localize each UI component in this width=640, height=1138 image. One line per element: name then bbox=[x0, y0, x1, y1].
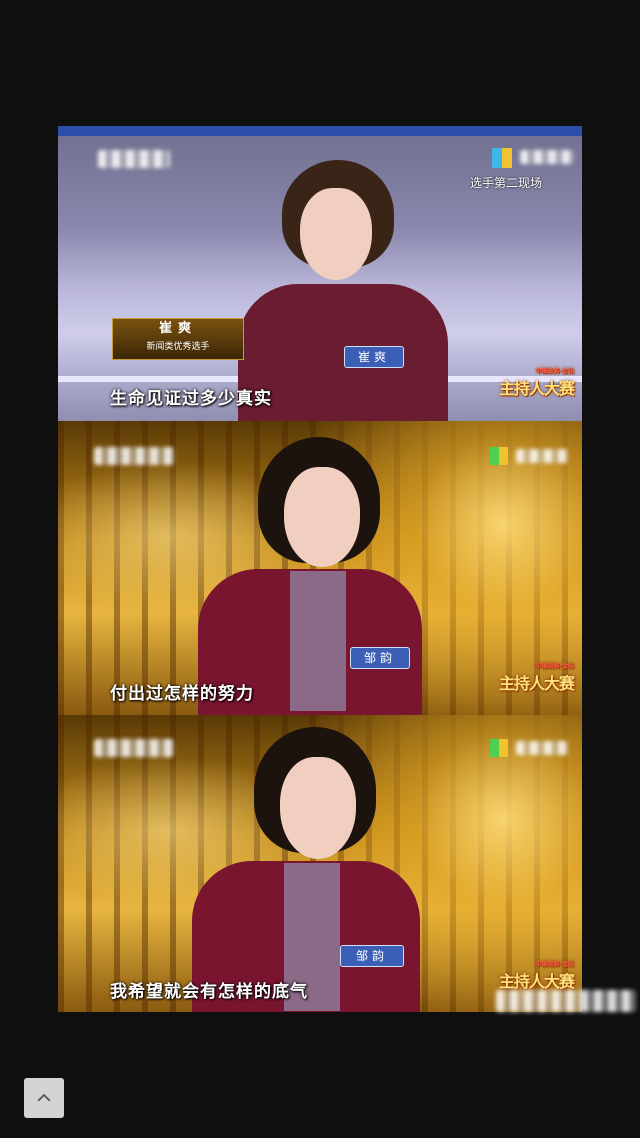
channel-logo-icon bbox=[490, 447, 508, 465]
watermark-blur bbox=[520, 150, 574, 164]
watermark-blur bbox=[496, 990, 636, 1012]
scroll-to-top-button[interactable] bbox=[24, 1078, 64, 1118]
watermark-blur bbox=[94, 739, 174, 757]
show-logo: 中国政务·金标 主持人大赛 bbox=[498, 661, 575, 694]
show-logo: 中国政务·金标 主持人大赛 bbox=[498, 366, 575, 399]
watermark-blur bbox=[94, 447, 174, 465]
stage-blue-bar bbox=[58, 126, 582, 136]
show-logo-text: 主持人大赛 bbox=[498, 379, 575, 398]
corner-label: 选手第二现场 bbox=[470, 176, 543, 190]
show-logo-text: 主持人大赛 bbox=[498, 674, 575, 693]
subtitle: 付出过怎样的努力 bbox=[110, 684, 254, 704]
show-logo-tag: 中国政务·金标 bbox=[535, 961, 574, 968]
video-frame-3: 邹韵 我希望就会有怎样的底气 中国政务·金标 主持人大赛 bbox=[58, 715, 582, 1012]
channel-logo-icon bbox=[490, 739, 508, 757]
show-logo-tag: 中国政务·金标 bbox=[535, 663, 574, 670]
show-logo-tag: 中国政务·金标 bbox=[535, 368, 574, 375]
video-frame-2: 邹韵 付出过怎样的努力 中国政务·金标 主持人大赛 bbox=[58, 421, 582, 715]
name-tag: 崔爽 bbox=[344, 346, 404, 368]
subtitle: 生命见证过多少真实 bbox=[110, 389, 272, 409]
watermark-blur bbox=[516, 741, 568, 755]
caption-name: 崔爽 bbox=[158, 321, 197, 336]
video-frame-1: 选手第二现场 崔爽 崔爽 新闻类优秀选手 生命见证过多少真实 中国政务·金标 主… bbox=[58, 126, 582, 421]
name-caption: 崔爽 新闻类优秀选手 bbox=[112, 318, 244, 360]
name-tag: 邹韵 bbox=[350, 647, 410, 669]
caption-role: 新闻类优秀选手 bbox=[146, 342, 210, 352]
name-tag: 邹韵 bbox=[340, 945, 404, 967]
channel-logo-icon bbox=[492, 148, 512, 168]
show-logo-text: 主持人大赛 bbox=[498, 972, 575, 991]
chevron-up-icon bbox=[37, 1094, 51, 1102]
subtitle: 我希望就会有怎样的底气 bbox=[110, 982, 308, 1002]
watermark-blur bbox=[98, 150, 170, 168]
show-logo: 中国政务·金标 主持人大赛 bbox=[498, 959, 575, 992]
watermark-blur bbox=[516, 449, 568, 463]
